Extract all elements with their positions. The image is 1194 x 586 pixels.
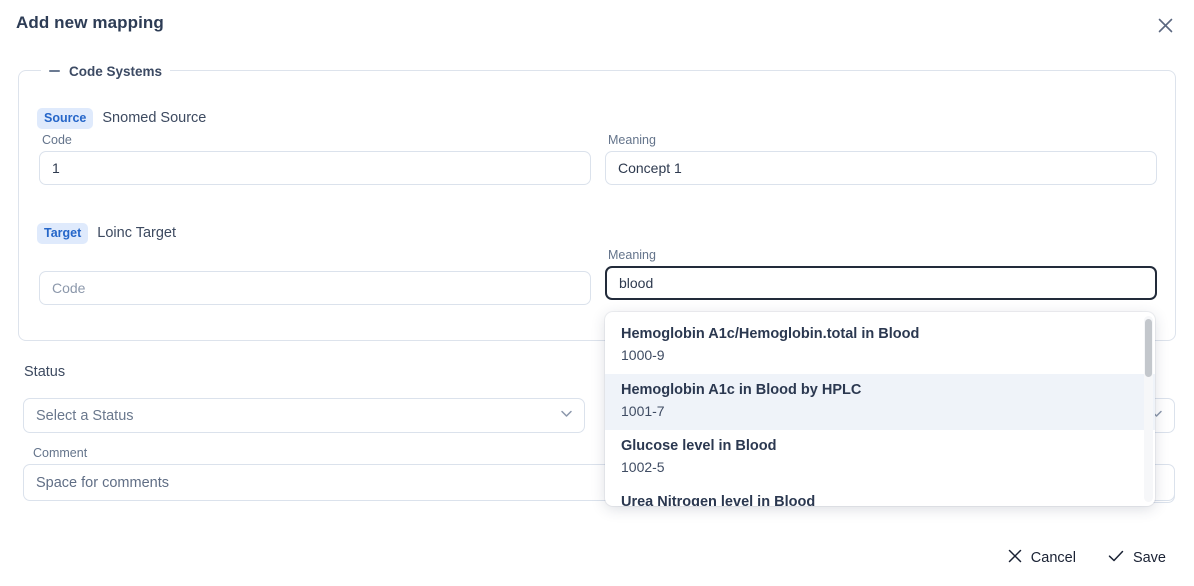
save-button[interactable]: Save — [1106, 545, 1168, 571]
list-item[interactable]: Hemoglobin A1c in Blood by HPLC 1001-7 — [605, 374, 1155, 431]
target-tag: Target — [37, 223, 89, 244]
minus-icon — [49, 70, 60, 72]
code-systems-legend-label: Code Systems — [69, 63, 163, 79]
autocomplete-item-title: Urea Nitrogen level in Blood — [621, 494, 816, 506]
source-system-name: Snomed Source — [102, 110, 207, 127]
source-meaning-label: Meaning — [608, 133, 656, 147]
status-label: Status — [24, 364, 66, 380]
target-code-input[interactable] — [39, 271, 591, 305]
status-select-value: Select a Status — [36, 407, 134, 424]
autocomplete-list: Hemoglobin A1c/Hemoglobin.total in Blood… — [605, 312, 1155, 506]
save-button-label: Save — [1132, 550, 1166, 566]
code-systems-legend[interactable]: Code Systems — [41, 61, 171, 81]
cancel-button-label: Cancel — [1030, 550, 1076, 566]
list-item[interactable]: Hemoglobin A1c/Hemoglobin.total in Blood… — [605, 318, 1155, 374]
cancel-button[interactable]: Cancel — [1006, 545, 1078, 571]
list-item[interactable]: Glucose level in Blood 1002-5 — [605, 430, 1155, 486]
close-icon — [1008, 549, 1022, 567]
close-icon — [1158, 18, 1173, 33]
target-system-row: Target Loinc Target — [37, 223, 176, 244]
autocomplete-item-code: 1002-5 — [621, 458, 665, 475]
list-item[interactable]: Urea Nitrogen level in Blood — [605, 486, 1155, 506]
close-dialog-button[interactable] — [1152, 12, 1178, 38]
add-new-mapping-dialog: Add new mapping Code Systems Source Snom… — [0, 0, 1194, 586]
autocomplete-item-code: 1000-9 — [621, 346, 665, 363]
target-meaning-autocomplete-dropdown: Hemoglobin A1c/Hemoglobin.total in Blood… — [605, 312, 1155, 506]
status-select[interactable]: Select a Status — [23, 398, 585, 433]
autocomplete-item-title: Hemoglobin A1c in Blood by HPLC — [621, 382, 862, 399]
dialog-footer: Cancel Save — [0, 530, 1194, 586]
check-icon — [1108, 549, 1124, 567]
target-system-name: Loinc Target — [97, 225, 177, 242]
autocomplete-item-title: Hemoglobin A1c/Hemoglobin.total in Blood — [621, 326, 920, 342]
source-meaning-field: Meaning — [605, 133, 1157, 185]
autocomplete-item-code: 1001-7 — [621, 402, 665, 419]
source-tag: Source — [37, 108, 94, 129]
source-system-row: Source Snomed Source — [37, 108, 206, 129]
source-code-input[interactable] — [39, 151, 591, 185]
dropdown-scrollbar-thumb[interactable] — [1145, 319, 1152, 377]
source-meaning-input[interactable] — [605, 151, 1157, 185]
dialog-header: Add new mapping — [0, 0, 1194, 50]
source-code-label: Code — [42, 133, 72, 147]
target-meaning-input[interactable] — [605, 266, 1157, 300]
status-select-field: Select a Status — [23, 398, 585, 433]
autocomplete-item-title: Glucose level in Blood — [621, 438, 777, 455]
target-meaning-label: Meaning — [608, 248, 656, 262]
target-meaning-field: Meaning — [605, 248, 1157, 300]
source-code-field: Code — [39, 133, 591, 185]
code-systems-fieldset: Code Systems Source Snomed Source Code M… — [18, 61, 1176, 341]
page-title: Add new mapping — [16, 13, 164, 32]
target-code-field — [39, 271, 591, 305]
